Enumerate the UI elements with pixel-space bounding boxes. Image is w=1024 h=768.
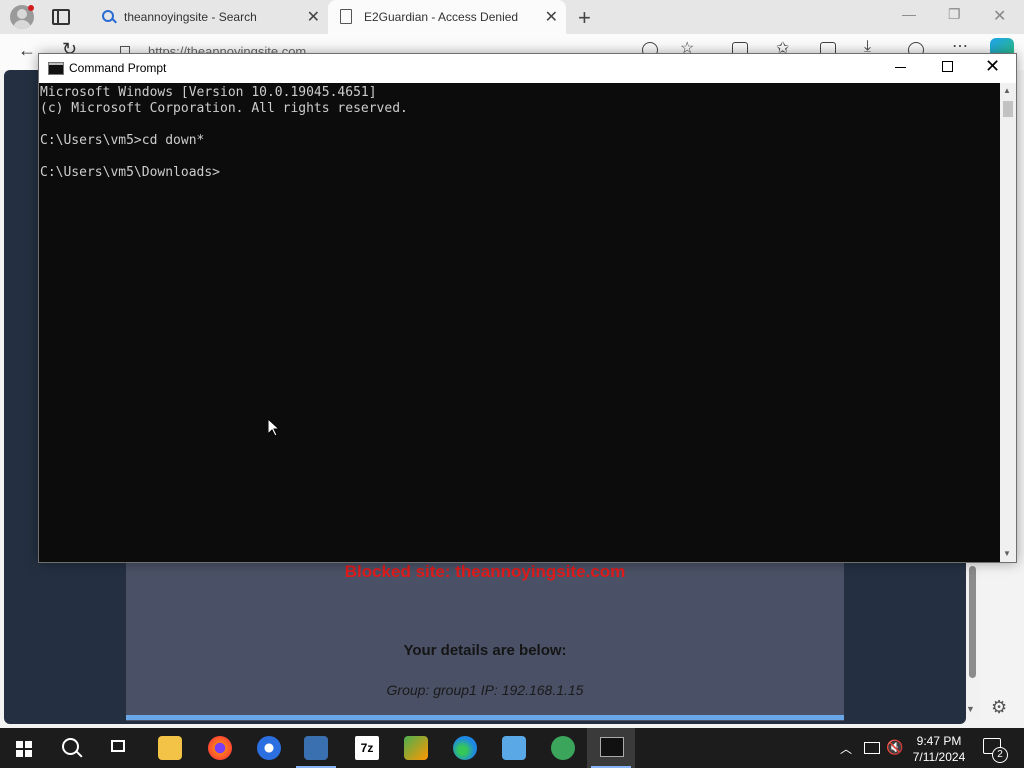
remote-desktop-icon[interactable] [502,736,526,760]
network-icon[interactable] [864,742,880,754]
tab-access-denied[interactable]: E2Guardian - Access Denied ✕ [328,0,566,34]
windows-start-icon[interactable] [16,741,32,757]
volume-muted-icon[interactable]: 🔇 [886,739,903,756]
details-group-ip: Group: group1 IP: 192.168.1.15 [386,682,584,698]
gear-icon[interactable]: ⚙ [991,697,1007,718]
notification-count-badge: 2 [992,747,1008,763]
profile-notification-dot [28,5,34,11]
date: 7/11/2024 [912,750,966,764]
taskbar: 7z ︿ 🔇 9:47 PM 7/11/2024 2 [0,728,1024,768]
cmd-scrollbar[interactable]: ▲ ▼ [1000,83,1016,562]
cmd-console-output[interactable]: Microsoft Windows [Version 10.0.19045.46… [39,83,1000,562]
close-icon[interactable]: ✕ [307,7,320,27]
more-menu-icon[interactable]: ⋯ [952,36,968,55]
cmd-taskbar-icon [600,737,624,757]
cmd-scrollbar-thumb[interactable] [1003,101,1013,117]
clock[interactable]: 9:47 PM 7/11/2024 [908,733,970,765]
downloads-icon[interactable]: ⤓ [864,38,880,55]
cmd-taskbar-button[interactable] [587,728,635,768]
firefox-icon[interactable] [208,736,232,760]
console-line: Microsoft Windows [Version 10.0.19045.46… [40,85,377,100]
page-scroll-down-icon[interactable]: ▼ [966,704,975,714]
console-line: C:\Users\vm5>cd down* [40,133,205,148]
search-icon [102,10,114,22]
chromium-icon[interactable] [257,736,281,760]
chevron-up-icon[interactable]: ︿ [840,740,852,757]
browser-close-icon[interactable]: ✕ [993,6,1006,26]
tab-actions-icon[interactable] [52,9,70,25]
mouse-pointer-icon [268,419,280,437]
console-prompt-line: C:\Users\vm5\Downloads> [40,165,221,180]
blocked-site-message: Blocked site: theannoyingsite.com [344,562,626,581]
cmd-minimize-icon[interactable] [895,60,907,72]
favorite-star-icon[interactable]: ☆ [680,38,696,57]
cmd-window-title: Command Prompt [69,61,167,75]
time: 9:47 PM [916,734,962,748]
browser-tab-strip: theannoyingsite - Search ✕ E2Guardian - … [0,0,1024,34]
search-icon[interactable] [62,738,79,755]
cmd-titlebar[interactable]: Command Prompt ✕ [39,54,1016,83]
back-arrow-icon[interactable]: ← [18,40,36,61]
cmd-close-icon[interactable]: ✕ [985,57,1000,75]
virtualbox-icon[interactable] [296,736,336,768]
sevenzip-icon[interactable]: 7z [355,736,379,760]
task-view-icon[interactable] [111,740,125,752]
file-explorer-icon[interactable] [158,736,182,760]
scroll-up-icon[interactable]: ▲ [1003,86,1011,95]
card-accent-bar [126,715,844,720]
edge-browser-icon[interactable] [453,736,477,760]
page-scrollbar-thumb[interactable] [969,566,976,678]
tab-search[interactable]: theannoyingsite - Search ✕ [88,0,328,34]
cmd-maximize-icon[interactable] [942,61,953,72]
console-line: (c) Microsoft Corporation. All rights re… [40,101,408,116]
command-prompt-window[interactable]: Command Prompt ✕ Microsoft Windows [Vers… [38,53,1017,563]
network-app-icon[interactable] [551,736,575,760]
scroll-down-icon[interactable]: ▼ [1003,549,1011,558]
new-tab-plus-icon[interactable]: + [578,5,591,31]
close-icon[interactable]: ✕ [545,7,558,27]
paint-app-icon[interactable] [404,736,428,760]
browser-restore-icon[interactable]: ❐ [948,6,961,23]
tab-label: theannoyingsite - Search [124,10,257,24]
cmd-app-icon[interactable] [48,62,64,75]
tab-label: E2Guardian - Access Denied [364,10,519,24]
browser-minimize-icon[interactable]: — [902,6,916,22]
details-heading: Your details are below: [403,642,567,659]
page-icon [340,9,352,24]
favorites-icon[interactable]: ✩ [776,38,792,57]
